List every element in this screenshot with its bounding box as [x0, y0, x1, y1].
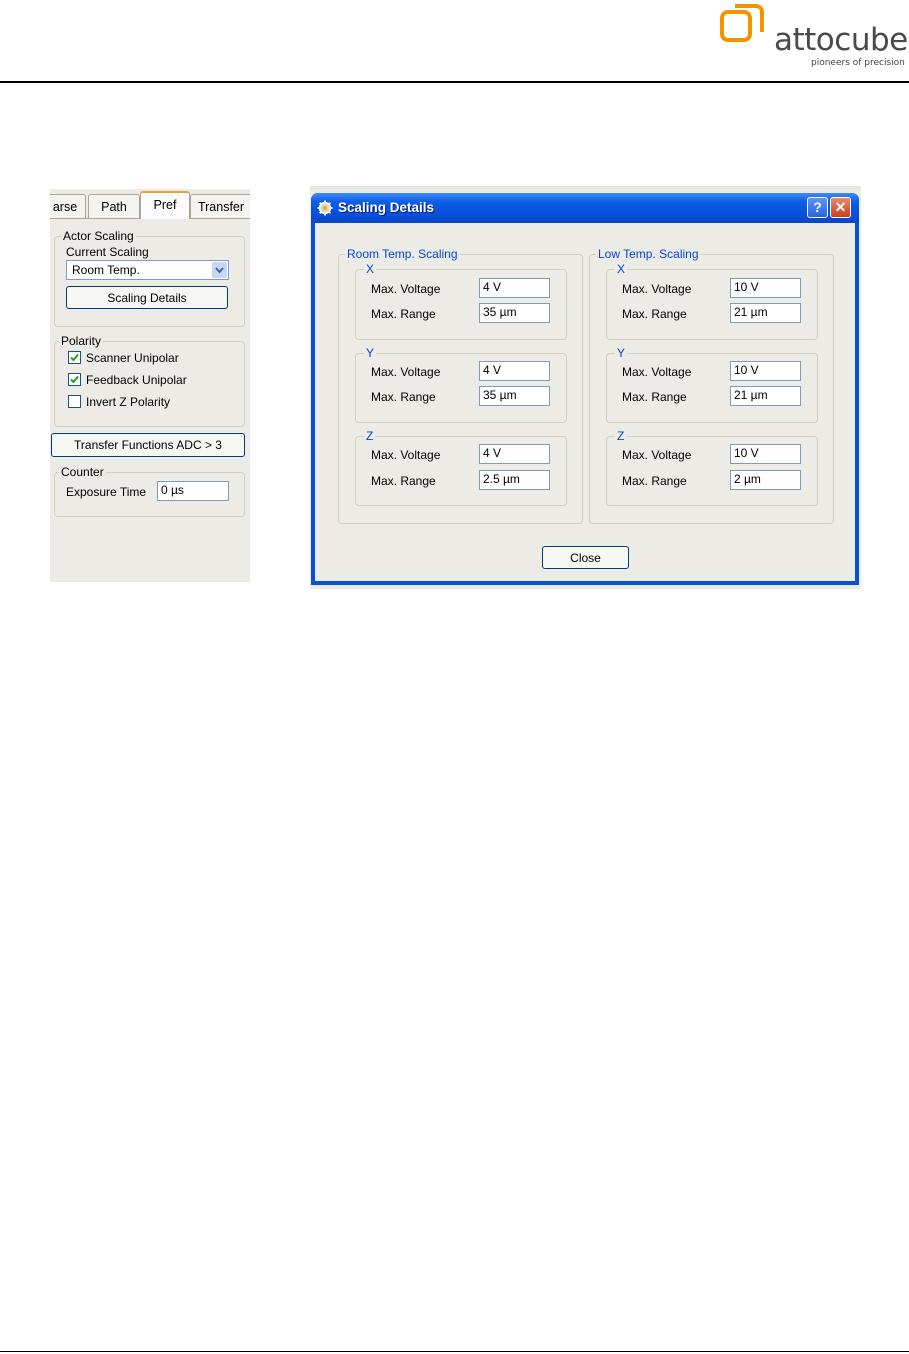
max-range-label: Max. Range [371, 307, 436, 321]
feedback-unipolar-checkbox[interactable] [68, 373, 81, 386]
current-scaling-value: Room Temp. [72, 263, 140, 277]
current-scaling-select[interactable]: Room Temp. [66, 260, 229, 280]
brand-tagline: pioneers of precision [811, 58, 905, 68]
room-z-max-voltage-field[interactable]: 4 V [479, 444, 550, 464]
close-icon: ✕ [834, 199, 847, 215]
current-scaling-label: Current Scaling [66, 245, 149, 259]
room-temp-scaling-title: Room Temp. Scaling [345, 247, 460, 261]
header-divider [0, 81, 909, 83]
transfer-functions-button[interactable]: Transfer Functions ADC > 3 [51, 433, 245, 457]
tab-label: arse [52, 200, 78, 214]
max-voltage-label: Max. Voltage [371, 282, 441, 296]
attocube-logo-icon [720, 4, 764, 42]
help-button[interactable]: ? [807, 197, 828, 218]
exposure-time-label: Exposure Time [66, 485, 147, 499]
room-x-max-voltage-field[interactable]: 4 V [479, 278, 550, 298]
max-voltage-label: Max. Voltage [622, 282, 692, 296]
axis-label-z: Z [364, 429, 376, 443]
checkmark-icon [70, 375, 79, 384]
chevron-down-icon[interactable] [212, 262, 227, 278]
dialog-title: Scaling Details [338, 200, 435, 215]
tab-pref[interactable]: Pref [140, 191, 190, 219]
room-z-max-range-field[interactable]: 2.5 µm [479, 470, 550, 490]
low-z-max-voltage-field[interactable]: 10 V [730, 444, 801, 464]
low-y-max-range-field[interactable]: 21 µm [730, 386, 801, 406]
gear-icon [317, 200, 333, 216]
tab-label: Pref [153, 198, 177, 212]
invert-z-polarity-label: Invert Z Polarity [86, 395, 171, 409]
room-y-max-range-field[interactable]: 35 µm [479, 386, 550, 406]
low-temp-scaling-title: Low Temp. Scaling [596, 247, 701, 261]
max-voltage-label: Max. Voltage [622, 448, 692, 462]
dialog-titlebar[interactable]: Scaling Details ? ✕ [311, 193, 859, 223]
scanner-unipolar-label: Scanner Unipolar [86, 351, 179, 365]
tab-transfer[interactable]: Transfer [190, 194, 250, 218]
polarity-title: Polarity [59, 334, 104, 348]
max-range-label: Max. Range [622, 474, 687, 488]
tab-path[interactable]: Path [88, 194, 140, 218]
tab-coarse[interactable]: arse [50, 194, 86, 218]
close-window-button[interactable]: ✕ [830, 197, 851, 218]
low-x-max-voltage-field[interactable]: 10 V [730, 278, 801, 298]
question-icon: ? [813, 199, 822, 215]
exposure-time-field[interactable]: 0 µs [157, 481, 229, 501]
tab-label: Path [101, 200, 127, 214]
counter-title: Counter [59, 465, 106, 479]
scaling-details-button[interactable]: Scaling Details [66, 286, 228, 309]
max-range-label: Max. Range [622, 307, 687, 321]
axis-label-y: Y [615, 346, 628, 360]
checkmark-icon [70, 353, 79, 362]
max-voltage-label: Max. Voltage [622, 365, 692, 379]
max-voltage-label: Max. Voltage [371, 448, 441, 462]
axis-label-x: X [615, 262, 628, 276]
max-voltage-label: Max. Voltage [371, 365, 441, 379]
dialog-client-area: Room Temp. Scaling Low Temp. Scaling X M… [315, 223, 855, 581]
brand-name: attocube [774, 22, 908, 58]
low-z-max-range-field[interactable]: 2 µm [730, 470, 801, 490]
preferences-panel: arse Path Transfer Pref Actor Scaling Cu… [50, 189, 250, 582]
close-button[interactable]: Close [542, 546, 629, 569]
room-y-max-voltage-field[interactable]: 4 V [479, 361, 550, 381]
max-range-label: Max. Range [622, 390, 687, 404]
tab-label: Transfer [197, 200, 245, 214]
feedback-unipolar-label: Feedback Unipolar [86, 373, 187, 387]
axis-label-y: Y [364, 346, 377, 360]
axis-label-x: X [364, 262, 377, 276]
low-y-max-voltage-field[interactable]: 10 V [730, 361, 801, 381]
actor-scaling-title: Actor Scaling [61, 229, 136, 243]
low-x-max-range-field[interactable]: 21 µm [730, 303, 801, 323]
axis-label-z: Z [615, 429, 627, 443]
scaling-details-dialog: Scaling Details ? ✕ Room Temp. Scaling L… [311, 193, 859, 585]
max-range-label: Max. Range [371, 390, 436, 404]
room-x-max-range-field[interactable]: 35 µm [479, 303, 550, 323]
scanner-unipolar-checkbox[interactable] [68, 351, 81, 364]
max-range-label: Max. Range [371, 474, 436, 488]
invert-z-polarity-checkbox[interactable] [68, 395, 81, 408]
footer-divider [0, 1351, 909, 1352]
